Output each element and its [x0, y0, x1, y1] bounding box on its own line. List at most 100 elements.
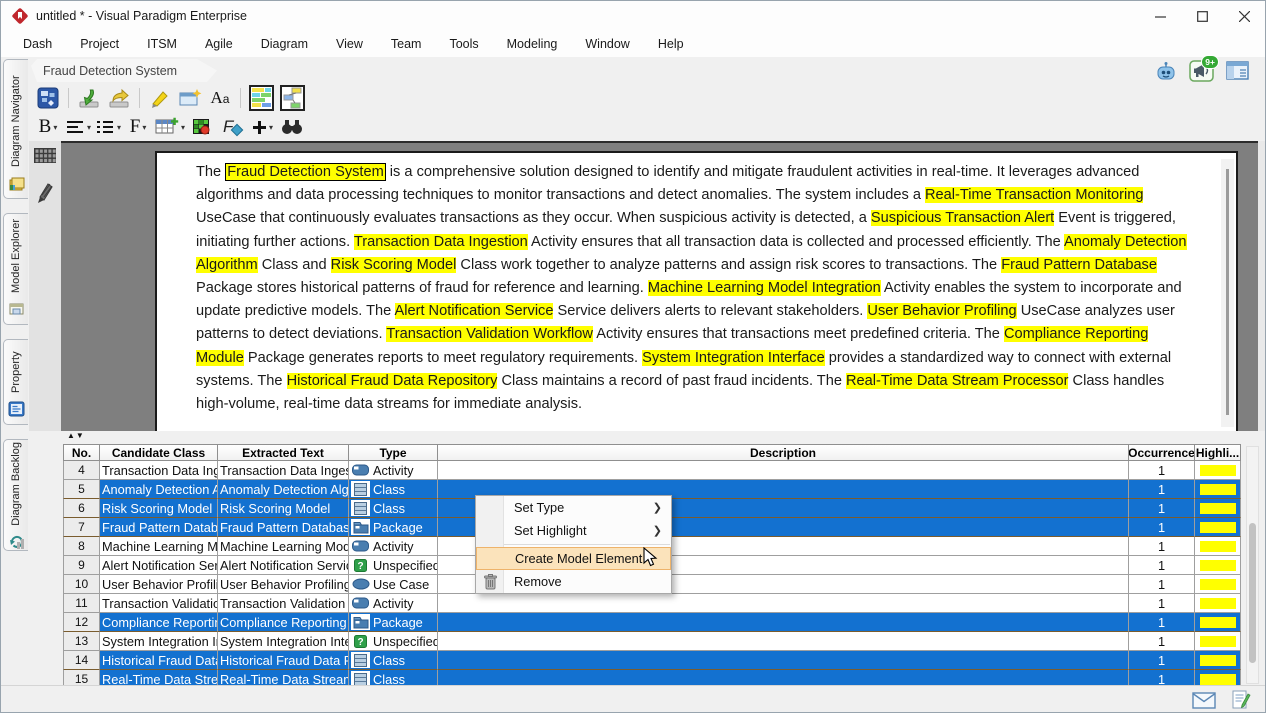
highlight-color-swatch[interactable] [1200, 465, 1236, 476]
chevron-down-icon[interactable]: ▾ [142, 123, 146, 132]
diagram-tab[interactable]: Fraud Detection System [31, 59, 217, 82]
menu-view[interactable]: View [322, 33, 377, 55]
candidate-class-cell[interactable]: Compliance Reporting Module [100, 613, 218, 632]
table-row[interactable]: 12Compliance Reporting ModuleCompliance … [63, 613, 1241, 632]
minimize-button[interactable] [1139, 1, 1181, 31]
note-edit-icon[interactable] [1232, 690, 1251, 713]
extracted-text-cell[interactable]: Compliance Reporting Module [218, 613, 349, 632]
highlight-color-swatch[interactable] [1200, 579, 1236, 590]
menu-dash[interactable]: Dash [9, 33, 66, 55]
type-cell[interactable]: Class [349, 651, 438, 670]
assistant-robot-icon[interactable] [1153, 59, 1179, 83]
highlighted-term[interactable]: Suspicious Transaction Alert [871, 210, 1054, 226]
highlighted-term[interactable]: Transaction Validation Workflow [386, 326, 593, 342]
formula-button[interactable]: F [219, 114, 245, 140]
bold-button[interactable]: B▾ [35, 114, 61, 140]
insert-table-button[interactable]: ▾ [155, 114, 185, 140]
menu-item-create-model-element[interactable]: Create Model Element [476, 547, 671, 570]
highlighted-term[interactable]: System Integration Interface [642, 350, 825, 366]
highlighted-term[interactable]: Machine Learning Model Integration [648, 280, 881, 296]
extracted-text-cell[interactable]: User Behavior Profiling [218, 575, 349, 594]
row-number[interactable]: 14 [63, 651, 100, 670]
highlight-cell[interactable] [1195, 480, 1241, 499]
column-header-extractedtext[interactable]: Extracted Text [218, 444, 349, 461]
candidate-class-cell[interactable]: Transaction Validation Workflow [100, 594, 218, 613]
occurrence-cell[interactable]: 1 [1129, 651, 1195, 670]
highlight-color-swatch[interactable] [1200, 503, 1236, 514]
menu-item-remove[interactable]: Remove [476, 570, 671, 593]
candidate-class-cell[interactable]: System Integration Interface [100, 632, 218, 651]
occurrence-cell[interactable]: 1 [1129, 613, 1195, 632]
candidate-class-cell[interactable]: User Behavior Profiling [100, 575, 218, 594]
description-cell[interactable] [438, 594, 1129, 613]
occurrence-cell[interactable]: 1 [1129, 499, 1195, 518]
highlight-color-swatch[interactable] [1200, 655, 1236, 666]
highlighted-term[interactable]: Fraud Pattern Database [1001, 257, 1157, 273]
chevron-down-icon[interactable]: ▾ [181, 123, 185, 132]
highlight-color-swatch[interactable] [1200, 522, 1236, 533]
text-analysis-box[interactable]: The Fraud Detection System is a comprehe… [155, 151, 1238, 435]
extracted-text-cell[interactable]: System Integration Interface [218, 632, 349, 651]
close-button[interactable] [1223, 1, 1265, 31]
occurrence-cell[interactable]: 1 [1129, 632, 1195, 651]
type-cell[interactable]: Activity [349, 461, 438, 480]
highlight-color-swatch[interactable] [1200, 484, 1236, 495]
announcement-icon[interactable]: 9+ [1189, 59, 1215, 83]
highlighted-term[interactable]: User Behavior Profiling [867, 303, 1016, 319]
sidebar-tab-diagram-backlog[interactable]: Diagram Backlog [3, 439, 28, 551]
row-number[interactable]: 4 [63, 461, 100, 480]
menu-agile[interactable]: Agile [191, 33, 247, 55]
table-row[interactable]: 13System Integration InterfaceSystem Int… [63, 632, 1241, 651]
type-cell[interactable]: ?Unspecified [349, 556, 438, 575]
highlight-color-swatch[interactable] [1200, 541, 1236, 552]
highlight-cell[interactable] [1195, 461, 1241, 480]
mail-icon[interactable] [1192, 692, 1216, 713]
table-scrollbar[interactable] [1246, 446, 1259, 684]
description-cell[interactable] [438, 651, 1129, 670]
candidate-class-cell[interactable]: Risk Scoring Model [100, 499, 218, 518]
menu-item-set-highlight[interactable]: Set Highlight❯ [476, 519, 671, 542]
row-number[interactable]: 6 [63, 499, 100, 518]
chevron-down-icon[interactable]: ▾ [269, 123, 273, 132]
bullet-list-button[interactable]: ▾ [95, 114, 121, 140]
text-scrollbar-thumb[interactable] [1226, 169, 1229, 415]
maximize-button[interactable] [1181, 1, 1223, 31]
highlighted-term[interactable]: Risk Scoring Model [331, 257, 457, 273]
highlight-cell[interactable] [1195, 499, 1241, 518]
row-number[interactable]: 5 [63, 480, 100, 499]
highlight-color-swatch[interactable] [1200, 598, 1236, 609]
menu-window[interactable]: Window [571, 33, 643, 55]
occurrence-cell[interactable]: 1 [1129, 594, 1195, 613]
highlight-cell[interactable] [1195, 594, 1241, 613]
import-button[interactable] [76, 85, 102, 111]
sidebar-tab-property[interactable]: Property [3, 339, 28, 425]
menu-modeling[interactable]: Modeling [493, 33, 572, 55]
find-button[interactable] [279, 114, 305, 140]
new-diagram-button[interactable] [35, 85, 61, 111]
menu-help[interactable]: Help [644, 33, 698, 55]
description-cell[interactable] [438, 461, 1129, 480]
align-button[interactable]: ▾ [65, 114, 91, 140]
candidate-class-cell[interactable]: Fraud Pattern Database [100, 518, 218, 537]
new-window-button[interactable] [177, 85, 203, 111]
occurrence-cell[interactable]: 1 [1129, 537, 1195, 556]
add-button[interactable]: ▾ [249, 114, 275, 140]
column-header-description[interactable]: Description [438, 444, 1129, 461]
type-cell[interactable]: Activity [349, 537, 438, 556]
panel-splitter[interactable]: ▲▼ [29, 431, 1265, 442]
menu-item-set-type[interactable]: Set Type❯ [476, 496, 671, 519]
column-header-no[interactable]: No. [63, 444, 100, 461]
extracted-text-cell[interactable]: Risk Scoring Model [218, 499, 349, 518]
grid-table-icon[interactable] [33, 147, 57, 169]
highlighted-term[interactable]: Historical Fraud Data Repository [287, 373, 498, 389]
type-cell[interactable]: ?Unspecified [349, 632, 438, 651]
text-scrollbar[interactable] [1221, 159, 1234, 427]
highlight-cell[interactable] [1195, 556, 1241, 575]
type-cell[interactable]: Class [349, 499, 438, 518]
extracted-text-cell[interactable]: Historical Fraud Data Repository [218, 651, 349, 670]
panel-layout-icon[interactable] [1225, 59, 1251, 83]
highlight-color-swatch[interactable] [1200, 617, 1236, 628]
candidate-class-cell[interactable]: Historical Fraud Data Repository [100, 651, 218, 670]
marker-icon[interactable] [34, 181, 56, 210]
type-cell[interactable]: Use Case [349, 575, 438, 594]
